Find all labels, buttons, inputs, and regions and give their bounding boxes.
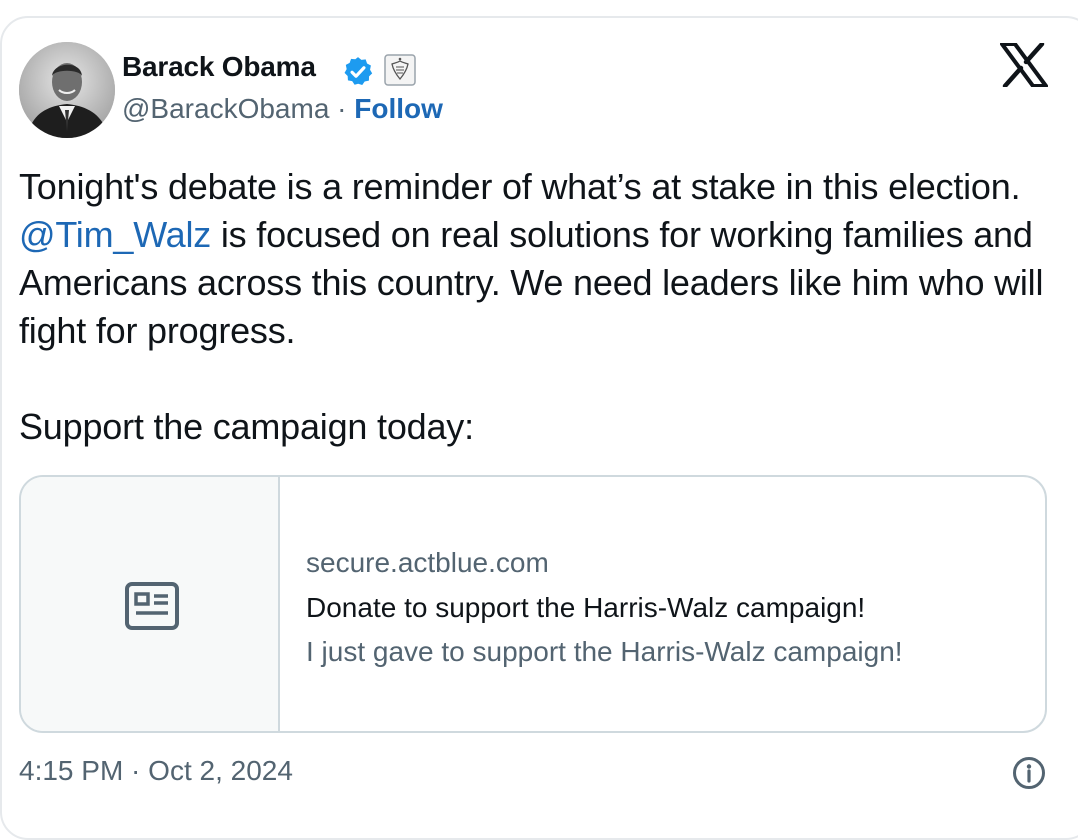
mention-link[interactable]: @Tim_Walz — [19, 214, 211, 255]
handle-row: @BarackObama · Follow — [122, 93, 443, 125]
tweet-text: Tonight's debate is a reminder of what’s… — [19, 163, 1059, 355]
support-line: Support the campaign today: — [19, 406, 474, 447]
link-title: Donate to support the Harris-Walz campai… — [306, 592, 866, 623]
news-article-icon — [125, 582, 179, 630]
tweet-text-part: Tonight's debate is a reminder of what’s… — [19, 166, 1021, 207]
link-description: I just gave to support the Harris-Walz c… — [306, 636, 903, 667]
follow-button[interactable]: Follow — [354, 93, 443, 124]
verified-icon — [344, 57, 373, 86]
avatar[interactable] — [19, 42, 115, 138]
government-seal-icon — [384, 54, 416, 86]
link-thumbnail — [21, 477, 280, 731]
link-preview-card[interactable]: secure.actblue.com Donate to support the… — [19, 475, 1047, 733]
link-domain: secure.actblue.com — [306, 547, 549, 578]
timestamp[interactable]: 4:15 PM · Oct 2, 2024 — [19, 755, 293, 787]
author-name[interactable]: Barack Obama — [122, 51, 316, 83]
author-handle[interactable]: @BarackObama — [122, 93, 329, 124]
separator: · — [329, 93, 355, 124]
info-icon[interactable] — [1012, 756, 1046, 790]
x-logo-icon[interactable] — [1000, 43, 1048, 87]
